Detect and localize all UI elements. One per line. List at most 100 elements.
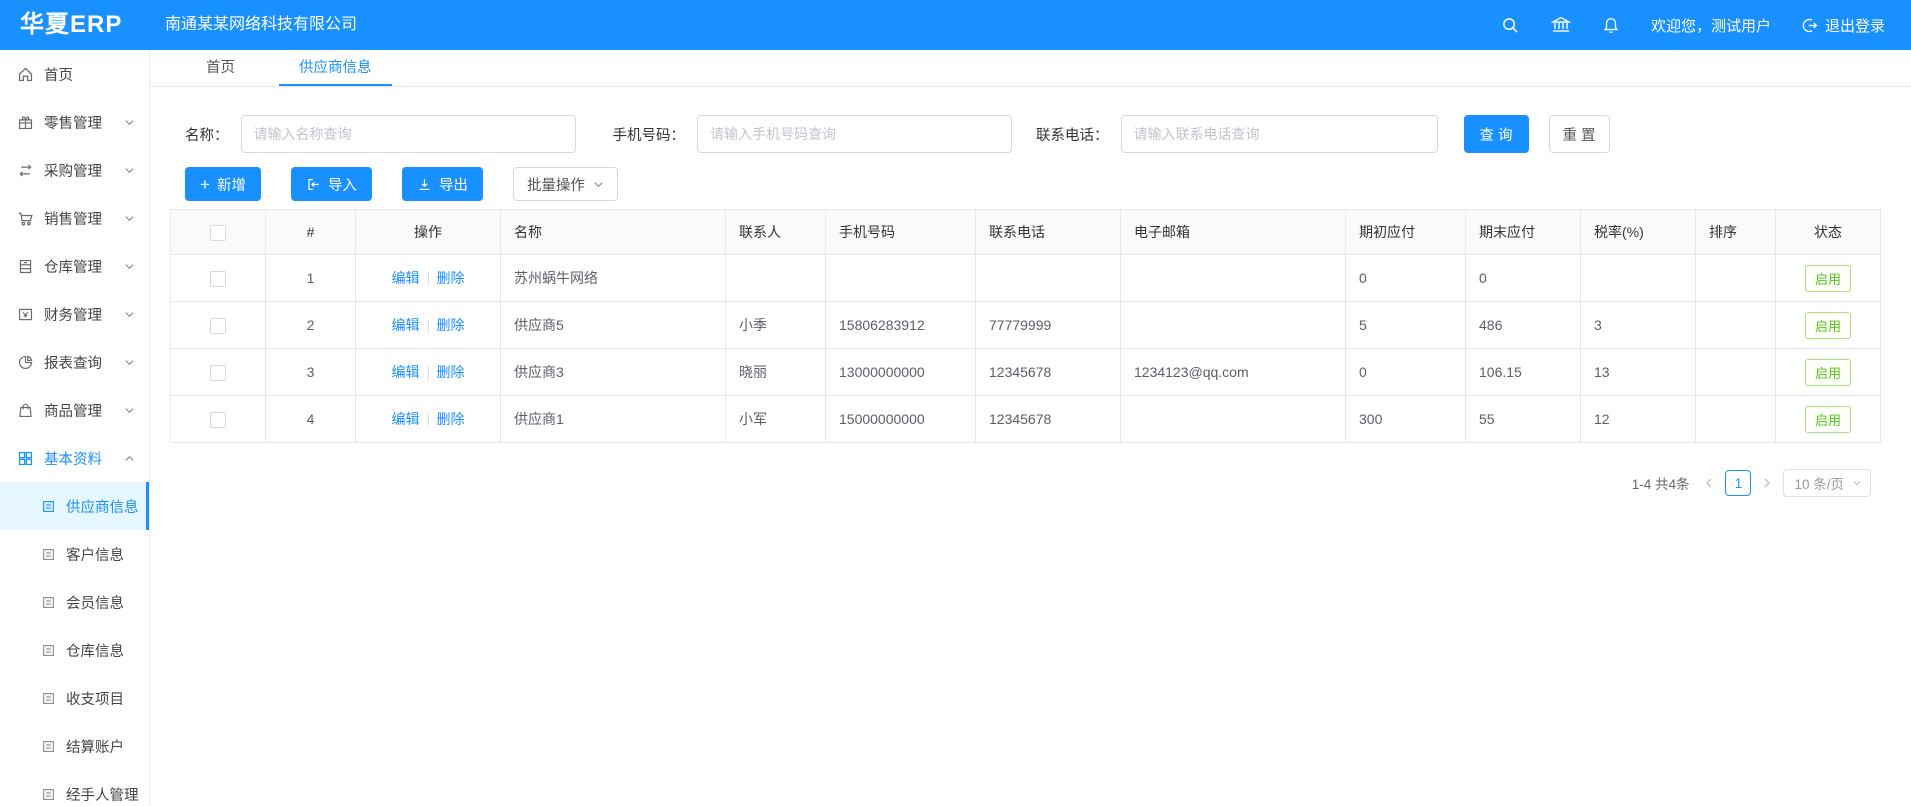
search-button[interactable]: 查 询 (1464, 115, 1529, 153)
sidebar-nav: 首页 零售管理 采购管理 销售管理 仓库管理 (0, 50, 150, 806)
export-icon (417, 177, 432, 192)
doc-icon (40, 498, 56, 514)
row-checkbox[interactable] (210, 271, 226, 287)
table-row: 4 编辑删除 供应商1 小军 15000000000 12345678 300 … (171, 396, 1881, 443)
doc-icon (40, 690, 56, 706)
sidebar-subitem-supplier[interactable]: 供应商信息 (0, 482, 149, 530)
filter-row: 名称： 手机号码： 联系电话： 查 询 重 置 (185, 115, 1911, 153)
chevron-down-icon (593, 179, 604, 190)
logout-icon (1801, 17, 1818, 34)
chevron-down-icon (124, 165, 135, 176)
col-tax: 税率(%) (1581, 210, 1696, 255)
sidebar-item-retail[interactable]: 零售管理 (0, 98, 149, 146)
batch-actions-dropdown[interactable]: 批量操作 (513, 167, 618, 201)
edit-link[interactable]: 编辑 (392, 411, 420, 427)
bank-icon[interactable] (1551, 15, 1571, 35)
edit-link[interactable]: 编辑 (392, 270, 420, 286)
row-checkbox[interactable] (210, 365, 226, 381)
col-contact: 联系人 (726, 210, 826, 255)
chevron-down-icon (124, 309, 135, 320)
main-content: 首页 供应商信息 名称： 手机号码： 联系电话： 查 询 重 置 + 新增 导入… (150, 50, 1911, 806)
select-all-checkbox[interactable] (210, 225, 226, 241)
col-tel: 联系电话 (976, 210, 1121, 255)
delete-link[interactable]: 删除 (437, 270, 465, 286)
sidebar-item-report[interactable]: 报表查询 (0, 338, 149, 386)
doc-icon (40, 642, 56, 658)
sidebar-item-sales[interactable]: 销售管理 (0, 194, 149, 242)
reset-button[interactable]: 重 置 (1549, 115, 1610, 153)
prev-page-icon[interactable] (1703, 477, 1715, 489)
chevron-down-icon (1852, 478, 1862, 488)
edit-link[interactable]: 编辑 (392, 364, 420, 380)
table-row: 3 编辑删除 供应商3 晓丽 13000000000 12345678 1234… (171, 349, 1881, 396)
col-end: 期末应付 (1466, 210, 1581, 255)
status-badge[interactable]: 启用 (1805, 359, 1851, 386)
plus-icon: + (200, 176, 210, 193)
import-button[interactable]: 导入 (291, 167, 372, 201)
bag-icon (16, 401, 34, 419)
col-name: 名称 (501, 210, 726, 255)
sidebar-subitem-account[interactable]: 结算账户 (0, 722, 149, 770)
app-logo: 华夏ERP (20, 0, 122, 50)
delete-link[interactable]: 删除 (437, 411, 465, 427)
name-filter-label: 名称： (185, 124, 229, 145)
edit-link[interactable]: 编辑 (392, 317, 420, 333)
status-badge[interactable]: 启用 (1805, 312, 1851, 339)
mobile-filter-input[interactable] (697, 115, 1012, 153)
tab-bar: 首页 供应商信息 (150, 50, 1911, 87)
next-page-icon[interactable] (1761, 477, 1773, 489)
money-icon (16, 305, 34, 323)
mobile-filter-label: 手机号码： (613, 124, 686, 145)
sidebar-subitem-handler[interactable]: 经手人管理 (0, 770, 149, 806)
sidebar-subitem-inout-item[interactable]: 收支项目 (0, 674, 149, 722)
doc-icon (40, 786, 56, 802)
sidebar-subitem-customer[interactable]: 客户信息 (0, 530, 149, 578)
sidebar-item-goods[interactable]: 商品管理 (0, 386, 149, 434)
col-status: 状态 (1776, 210, 1881, 255)
welcome-user-text: 欢迎您，测试用户 (1651, 15, 1771, 36)
add-button[interactable]: + 新增 (185, 167, 261, 201)
home-icon (16, 65, 34, 83)
status-badge[interactable]: 启用 (1805, 265, 1851, 292)
company-name: 南通某某网络科技有限公司 (165, 0, 357, 50)
row-checkbox[interactable] (210, 318, 226, 334)
sidebar-item-finance[interactable]: 财务管理 (0, 290, 149, 338)
supplier-table: # 操作 名称 联系人 手机号码 联系电话 电子邮箱 期初应付 期末应付 税率(… (170, 209, 1891, 443)
top-header: 华夏ERP 南通某某网络科技有限公司 欢迎您，测试用户 退出登录 (0, 0, 1911, 50)
sidebar-subitem-member[interactable]: 会员信息 (0, 578, 149, 626)
delete-link[interactable]: 删除 (437, 317, 465, 333)
search-icon[interactable] (1501, 15, 1521, 35)
row-checkbox[interactable] (210, 412, 226, 428)
delete-link[interactable]: 删除 (437, 364, 465, 380)
doc-icon (40, 738, 56, 754)
doc-icon (40, 594, 56, 610)
col-mobile: 手机号码 (826, 210, 976, 255)
bell-icon[interactable] (1601, 15, 1621, 35)
sidebar-subitem-depot[interactable]: 仓库信息 (0, 626, 149, 674)
chevron-down-icon (124, 213, 135, 224)
table-row: 1 编辑删除 苏州蜗牛网络 0 0 启用 (171, 255, 1881, 302)
sidebar-item-warehouse[interactable]: 仓库管理 (0, 242, 149, 290)
export-button[interactable]: 导出 (402, 167, 483, 201)
name-filter-input[interactable] (241, 115, 576, 153)
col-action: 操作 (356, 210, 501, 255)
swap-icon (16, 161, 34, 179)
chevron-down-icon (124, 117, 135, 128)
tab-home[interactable]: 首页 (190, 50, 251, 86)
page-size-select[interactable]: 10 条/页 (1783, 469, 1871, 497)
import-icon (306, 177, 321, 192)
pagination-total: 1-4 共4条 (1632, 473, 1690, 493)
page-number[interactable]: 1 (1725, 470, 1751, 496)
col-email: 电子邮箱 (1121, 210, 1346, 255)
logout-button[interactable]: 退出登录 (1801, 15, 1885, 36)
pie-chart-icon (16, 353, 34, 371)
table-header-row: # 操作 名称 联系人 手机号码 联系电话 电子邮箱 期初应付 期末应付 税率(… (171, 210, 1881, 255)
status-badge[interactable]: 启用 (1805, 406, 1851, 433)
sidebar-item-basedata[interactable]: 基本资料 (0, 434, 149, 482)
sidebar-item-home[interactable]: 首页 (0, 50, 149, 98)
tel-filter-input[interactable] (1121, 115, 1438, 153)
sidebar-item-purchase[interactable]: 采购管理 (0, 146, 149, 194)
tel-filter-label: 联系电话： (1036, 124, 1109, 145)
tab-supplier[interactable]: 供应商信息 (279, 50, 392, 86)
chevron-down-icon (124, 261, 135, 272)
